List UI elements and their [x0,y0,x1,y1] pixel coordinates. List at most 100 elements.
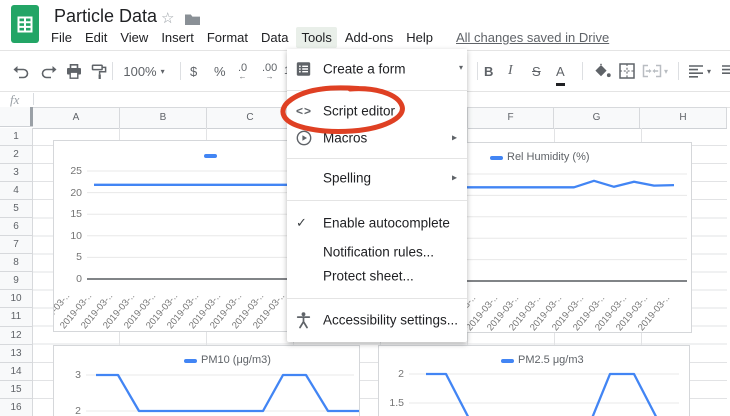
borders-icon[interactable] [618,60,636,82]
embedded-chart-pm25-line[interactable]: PM2.5 μg/m3 2 1.5 [378,345,690,416]
tools-menu: Create a form <> Script editor Macros ▸ Spell… [287,49,467,342]
row-header-7[interactable]: 7 [0,236,33,255]
menu-item-label: Protect sheet... [323,268,414,284]
menu-item-script-editor[interactable]: <> Script editor [287,97,467,125]
format-percent-button[interactable]: % [214,60,226,82]
y-axis-tick-label: 5 [76,251,82,264]
menubar-item-edit[interactable]: Edit [80,27,112,48]
row-header-11[interactable]: 11 [0,308,33,327]
select-all-corner[interactable] [0,107,33,127]
row-header-6[interactable]: 6 [0,218,33,237]
paint-format-icon[interactable] [91,60,108,82]
menu-item-macros[interactable]: Macros ▸ [287,124,467,152]
sheets-logo-icon[interactable] [11,5,39,48]
y-axis-tick-label: 3 [75,369,81,381]
vertical-align-icon[interactable] [721,60,730,82]
italic-button[interactable]: I [508,60,513,82]
redo-icon[interactable] [39,60,58,82]
save-status[interactable]: All changes saved in Drive [451,27,614,48]
form-icon [296,62,316,77]
menubar-item-insert[interactable]: Insert [156,27,199,48]
embedded-chart-pm10-line[interactable]: PM10 (μg/m3) 3 2 [53,345,360,416]
increase-decimal-button[interactable]: .00 → [262,60,277,82]
menu-item-enable-autocomplete[interactable]: ✓ Enable autocomplete [287,209,467,237]
star-icon[interactable]: ☆ [161,9,174,27]
row-header-2[interactable]: 2 [0,146,33,165]
row-header-10[interactable]: 10 [0,290,33,309]
undo-icon[interactable] [12,60,31,82]
menu-item-create-a-form[interactable]: Create a form [287,55,467,83]
row-header-8[interactable]: 8 [0,254,33,273]
menubar-item-data[interactable]: Data [256,27,293,48]
y-axis-tick-label: 1.5 [389,397,404,409]
column-header-G[interactable]: G [554,108,640,128]
row-header-15[interactable]: 15 [0,380,33,399]
text-color-button[interactable]: A [556,60,565,86]
accessibility-icon [296,312,316,329]
y-axis-tick-label: 2 [398,368,404,380]
menu-separator [287,298,467,299]
y-axis-tick-label: 20 [70,186,82,199]
row-header-3[interactable]: 3 [0,164,33,183]
column-header-C[interactable]: C [207,108,294,128]
menu-item-label: Macros [323,130,368,146]
menu-item-label: Notification rules... [323,244,435,260]
chevron-down-icon[interactable]: ▾ [459,63,463,72]
menu-item-spelling[interactable]: Spelling ▸ [287,164,467,192]
bold-button[interactable]: B [484,60,493,82]
column-header-H[interactable]: H [640,108,727,128]
y-axis-tick-label: 0 [76,273,82,285]
fill-color-icon[interactable] [593,60,612,82]
menubar-item-tools[interactable]: Tools [296,27,337,48]
column-header-A[interactable]: A [33,108,120,128]
menu-item-label: Enable autocomplete [323,215,450,231]
menu-separator [287,158,467,159]
row-header-12[interactable]: 12 [0,326,33,345]
menu-item-protect-sheet[interactable]: Protect sheet... [287,262,467,290]
menubar-item-help[interactable]: Help [401,27,438,48]
row-header-4[interactable]: 4 [0,182,33,201]
decrease-decimal-button[interactable]: .0 ← [238,60,247,82]
code-icon: <> [296,104,313,118]
y-axis-tick-label: 2 [75,405,81,416]
menu-item-label: Create a form [323,61,406,77]
y-axis-tick-label: 10 [70,229,82,242]
print-icon[interactable] [65,60,83,82]
menubar-item-add-ons[interactable]: Add-ons [340,27,398,48]
checkmark-icon: ✓ [296,215,307,230]
macro-play-icon [296,130,316,146]
format-currency-button[interactable]: $ [190,60,197,82]
menubar-item-view[interactable]: View [115,27,153,48]
chevron-down-icon: ▾ [160,66,165,76]
chevron-down-icon[interactable]: ▾ [707,60,711,82]
column-header-F[interactable]: F [468,108,554,128]
row-header-14[interactable]: 14 [0,362,33,381]
row-header-16[interactable]: 16 [0,398,33,416]
google-sheets-app: Particle Data ☆ File Edit View Insert Format… [0,0,730,416]
submenu-arrow-icon: ▸ [451,172,457,184]
menu-item-accessibility-settings[interactable]: Accessibility settings... [287,306,467,334]
row-header-1[interactable]: 1 [0,128,33,147]
document-title[interactable]: Particle Data [54,6,157,27]
submenu-arrow-icon: ▸ [451,132,457,144]
row-header-5[interactable]: 5 [0,200,33,219]
menu-item-label: Accessibility settings... [323,312,459,328]
menubar-item-file[interactable]: File [46,27,77,48]
merge-cells-icon[interactable] [642,60,662,82]
row-headers: 1 2 3 4 5 6 7 8 9 10 11 12 13 14 15 16 [0,128,33,416]
menubar-item-format[interactable]: Format [202,27,253,48]
zoom-select[interactable]: 100% ▾ [120,60,168,82]
row-header-13[interactable]: 13 [0,344,33,363]
menu-separator [287,90,467,91]
row-header-9[interactable]: 9 [0,272,33,291]
menu-item-label: Spelling [323,170,372,186]
chevron-down-icon[interactable]: ▾ [664,60,668,82]
y-axis-tick-label: 15 [70,208,82,221]
column-header-B[interactable]: B [120,108,207,128]
formula-bar-fx-label: fx [10,92,20,107]
menu-bar: File Edit View Insert Format Data Tools Add-ons… [46,27,617,48]
menu-separator [287,200,467,201]
y-axis-tick-label: 25 [70,165,82,177]
strikethrough-button[interactable]: S [532,60,541,82]
horizontal-align-icon[interactable] [688,60,704,82]
